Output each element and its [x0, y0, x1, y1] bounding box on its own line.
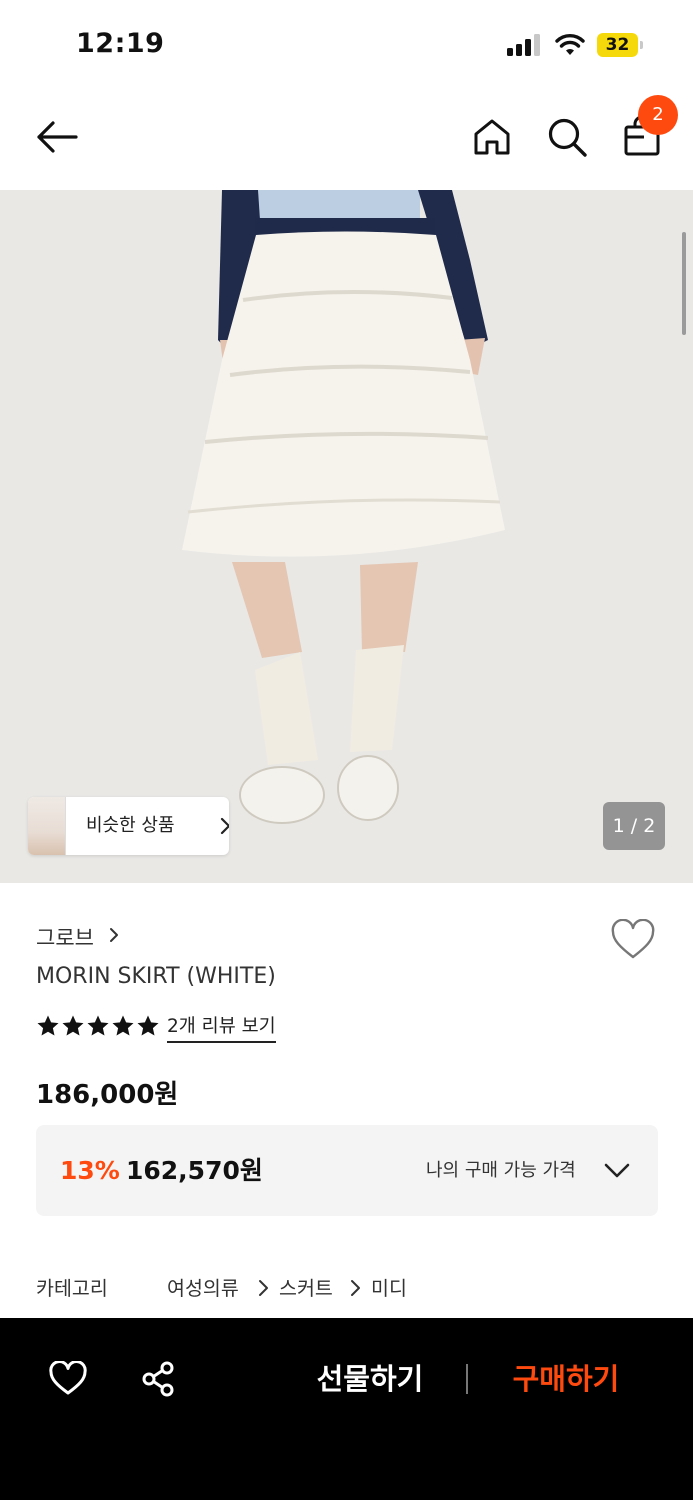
chevron-down-icon[interactable]	[603, 1162, 631, 1180]
status-bar: 12:19 32	[0, 0, 693, 90]
similar-products-button[interactable]: 비슷한 상품	[28, 797, 229, 855]
product-photo	[0, 190, 693, 883]
share-icon[interactable]	[140, 1360, 178, 1398]
original-price: 186,000원	[36, 1080, 179, 1110]
discount-rate: 13%	[60, 1156, 120, 1185]
search-icon[interactable]	[546, 116, 588, 158]
wifi-icon	[555, 34, 585, 55]
star-icon	[62, 1015, 84, 1036]
category-row: 카테고리 여성의류 스커트 미디	[36, 1272, 656, 1302]
battery-icon: 32	[597, 33, 643, 57]
top-nav-bar	[0, 90, 693, 190]
category-crumb-skirt[interactable]: 스커트	[279, 1272, 333, 1301]
battery-level: 32	[605, 35, 630, 55]
star-icon	[112, 1015, 134, 1036]
heart-icon[interactable]	[48, 1361, 88, 1397]
category-crumb-midi[interactable]: 미디	[371, 1272, 407, 1301]
buy-button[interactable]: 구매하기	[500, 1343, 632, 1415]
gift-button[interactable]: 선물하기	[300, 1343, 440, 1415]
review-link[interactable]: 2개 리뷰 보기	[167, 1012, 276, 1043]
star-icon	[37, 1015, 59, 1036]
similar-products-thumbnail	[28, 797, 66, 855]
chevron-right-icon	[220, 817, 229, 835]
home-icon[interactable]	[472, 117, 512, 157]
wishlist-heart-icon[interactable]	[610, 919, 656, 961]
category-crumb-women[interactable]: 여성의류	[167, 1272, 239, 1301]
chevron-right-icon	[259, 1280, 268, 1296]
image-page-indicator: 1 / 2	[603, 802, 665, 850]
bottom-bar-divider	[466, 1364, 468, 1394]
chevron-right-icon	[110, 928, 118, 942]
star-icon	[87, 1015, 109, 1036]
discount-price: 162,570원	[126, 1156, 263, 1185]
vertical-scrollbar[interactable]	[682, 232, 686, 335]
product-image[interactable]	[0, 190, 693, 883]
product-title: MORIN SKIRT (WHITE)	[36, 964, 276, 989]
similar-products-label: 비슷한 상품	[86, 815, 175, 836]
star-icon	[137, 1015, 159, 1036]
cart-count-badge: 2	[638, 95, 678, 135]
cellular-signal-icon	[507, 34, 543, 56]
chevron-right-icon	[351, 1280, 360, 1296]
category-label: 카테고리	[36, 1277, 108, 1300]
my-price-label: 나의 구매 가능 가격	[426, 1160, 576, 1181]
status-time: 12:19	[76, 28, 165, 59]
discount-price-box[interactable]: 13% 162,570원 나의 구매 가능 가격	[36, 1125, 658, 1216]
back-arrow-icon[interactable]	[34, 118, 80, 156]
brand-link[interactable]: 그로브	[36, 922, 94, 952]
